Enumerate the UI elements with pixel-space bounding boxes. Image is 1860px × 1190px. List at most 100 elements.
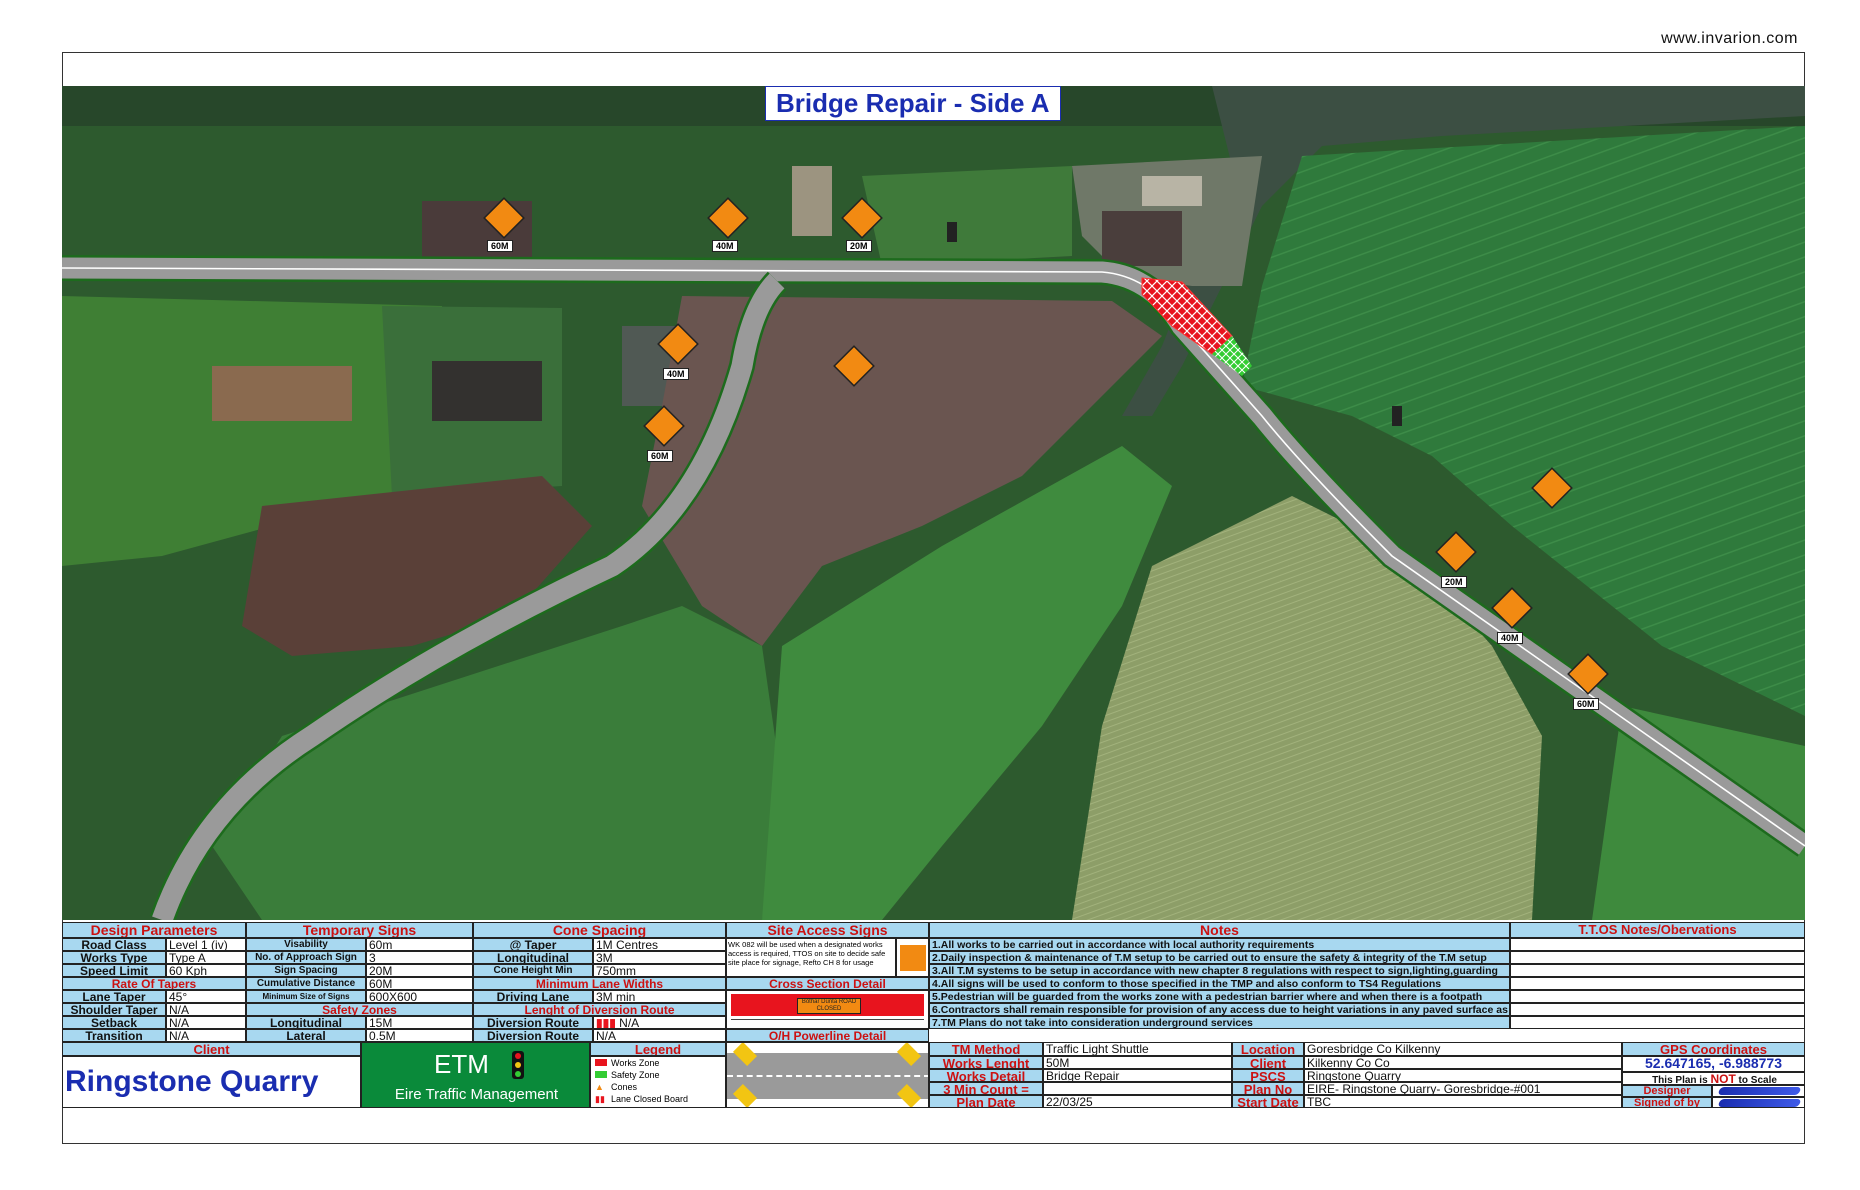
- gps-coordinates: 52.647165, -6.988773: [1622, 1056, 1805, 1072]
- diversion-header: Lenght of Diversion Route: [473, 1003, 726, 1016]
- site-access-text: WK 082 will be used when a designated wo…: [726, 938, 896, 977]
- road-class-value: Level 1 (iv): [166, 938, 246, 951]
- access-sign-icon: [896, 938, 929, 977]
- works-detail-label: Works Detail: [929, 1069, 1043, 1082]
- cone-taper-label: @ Taper: [473, 938, 593, 951]
- cumulative-label: Cumulative Distance: [246, 977, 366, 990]
- lane-widths-header: Minimum Lane Widths: [473, 977, 726, 990]
- lateral-value: 0.5M: [366, 1029, 473, 1042]
- ttos-row-4[interactable]: [1510, 977, 1805, 990]
- plan-title: Bridge Repair - Side A: [765, 86, 1061, 121]
- shoulder-label: Shoulder Taper: [62, 1003, 166, 1016]
- diversion-2-label: Diversion Route: [473, 1029, 593, 1042]
- min-size-value: 600X600: [366, 990, 473, 1003]
- works-length-value: 50M: [1043, 1056, 1232, 1069]
- lane-taper-value: 45°: [166, 990, 246, 1003]
- note-2: 2.Daily inspection & maintenance of T.M …: [929, 951, 1510, 964]
- designer-signature: [1712, 1085, 1805, 1097]
- sign-label-60m-side: 60M: [647, 450, 673, 462]
- loc-client-label: Client: [1232, 1056, 1304, 1069]
- spacing-label: Sign Spacing: [246, 964, 366, 977]
- legend-works-zone: Works Zone: [595, 1057, 725, 1069]
- scale-note-a: This Plan is: [1652, 1075, 1711, 1085]
- etm-logo: ETM: [434, 1049, 489, 1079]
- ttos-row-1[interactable]: [1510, 938, 1805, 951]
- tm-method-value: Traffic Light Shuttle: [1043, 1042, 1232, 1056]
- cone-icon: ▲: [595, 1082, 604, 1092]
- ttos-row-6[interactable]: [1510, 1003, 1805, 1016]
- legend-box: Works Zone Safety Zone ▲ Cones ▮▮ Lane Clo…: [590, 1056, 726, 1108]
- note-4: 4.All signs will be used to conform to t…: [929, 977, 1510, 990]
- sign-label-40m: 40M: [712, 240, 738, 252]
- shoulder-value: N/A: [166, 1003, 246, 1016]
- ttos-row-7[interactable]: [1510, 1016, 1805, 1029]
- cumulative-value: 60M: [366, 977, 473, 990]
- transition-label: Transition: [62, 1029, 166, 1042]
- safety-zones-header: Safety Zones: [246, 1003, 473, 1016]
- min-count-value: [1043, 1082, 1232, 1095]
- ttos-header: T.T.OS Notes/Obervations: [1510, 922, 1805, 938]
- note-1: 1.All works to be carried out in accorda…: [929, 938, 1510, 951]
- note-6: 6.Contractors shall remain responsible f…: [929, 1003, 1510, 1016]
- cone-height-label: Cone Height Min: [473, 964, 593, 977]
- safety-longitudinal-label: Longitudinal: [246, 1016, 366, 1029]
- sign-label-20m: 20M: [846, 240, 872, 252]
- note-3: 3.All T.M systems to be setup in accorda…: [929, 964, 1510, 977]
- plan-date-label: Plan Date: [929, 1095, 1043, 1108]
- gps-header: GPS Coordinates: [1622, 1042, 1805, 1056]
- cone-height-value: 750mm: [593, 964, 726, 977]
- sign-label-40m-east: 40M: [1497, 632, 1523, 644]
- road-closed-sign: Bóthar Dúnta ROAD CLOSED: [797, 998, 861, 1014]
- safety-longitudinal-value: 15M: [366, 1016, 473, 1029]
- site-url[interactable]: www.invarion.com: [1661, 30, 1798, 48]
- speed-value: 60 Kph: [166, 964, 246, 977]
- visibility-value: 60m: [366, 938, 473, 951]
- diversion-1-value: ▮▮▮ N/A: [593, 1016, 726, 1029]
- sign-label-60m-east: 60M: [1573, 698, 1599, 710]
- visibility-label: Visability: [246, 938, 366, 951]
- design-header: Design Parameters: [62, 922, 246, 938]
- etm-name: Eire Traffic Management: [394, 1086, 559, 1103]
- oh-powerline-header: O/H Powerline Detail: [726, 1029, 929, 1042]
- lane-taper-label: Lane Taper: [62, 990, 166, 1003]
- legend-cones: ▲ Cones: [595, 1081, 725, 1093]
- speed-label: Speed Limit: [62, 964, 166, 977]
- cone-taper-value: 1M Centres: [593, 938, 726, 951]
- loc-client-value: Kilkenny Co Co: [1304, 1056, 1622, 1069]
- signed-label: Signed of by: [1622, 1097, 1712, 1108]
- legend-lane-closed: ▮▮ Lane Closed Board: [595, 1093, 725, 1105]
- scale-note-not: NOT: [1710, 1072, 1736, 1085]
- client-header: Client: [62, 1042, 361, 1056]
- lateral-label: Lateral: [246, 1029, 366, 1042]
- pscs-label: PSCS: [1232, 1069, 1304, 1082]
- setback-label: Setback: [62, 1016, 166, 1029]
- pscs-value: Ringstone Quarry: [1304, 1069, 1622, 1082]
- powerline-drawing: [726, 1042, 929, 1108]
- info-panel: Design Parameters Road Class Level 1 (iv…: [62, 922, 1805, 1108]
- legend-cones-label: Cones: [611, 1082, 638, 1092]
- works-type-value: Type A: [166, 951, 246, 964]
- traffic-light-icon: [512, 1051, 524, 1079]
- designer-label: Designer: [1622, 1085, 1712, 1097]
- ttos-row-2[interactable]: [1510, 951, 1805, 964]
- cone-header: Cone Spacing: [473, 922, 726, 938]
- min-count-label: 3 Min Count =: [929, 1082, 1043, 1095]
- plan-no-value: EIRE- Ringstone Quarry- Goresbridge-#001: [1304, 1082, 1622, 1095]
- legend-works-zone-label: Works Zone: [611, 1058, 660, 1068]
- diversion-2-value: N/A: [593, 1029, 726, 1042]
- aerial-map: 60M 40M 20M 40M 60M 20M 40M 60M: [62, 86, 1805, 920]
- client-name: Ringstone Quarry: [62, 1056, 361, 1108]
- etm-logo-block: ETM Eire Traffic Management: [361, 1042, 590, 1108]
- works-zone-swatch: [595, 1059, 607, 1066]
- note-7: 7.TM Plans do not take into consideratio…: [929, 1016, 1510, 1029]
- approach-label: No. of Approach Sign: [246, 951, 366, 964]
- cone-longitudinal-label: Longitudinal: [473, 951, 593, 964]
- tm-method-label: TM Method: [929, 1042, 1043, 1056]
- start-date-label: Start Date: [1232, 1095, 1304, 1108]
- signed-signature: [1712, 1097, 1805, 1108]
- ttos-row-3[interactable]: [1510, 964, 1805, 977]
- scale-note-b: to Scale: [1735, 1075, 1777, 1085]
- notes-header: Notes: [929, 922, 1510, 938]
- ttos-row-5[interactable]: [1510, 990, 1805, 1003]
- works-detail-value: Bridge Repair: [1043, 1069, 1232, 1082]
